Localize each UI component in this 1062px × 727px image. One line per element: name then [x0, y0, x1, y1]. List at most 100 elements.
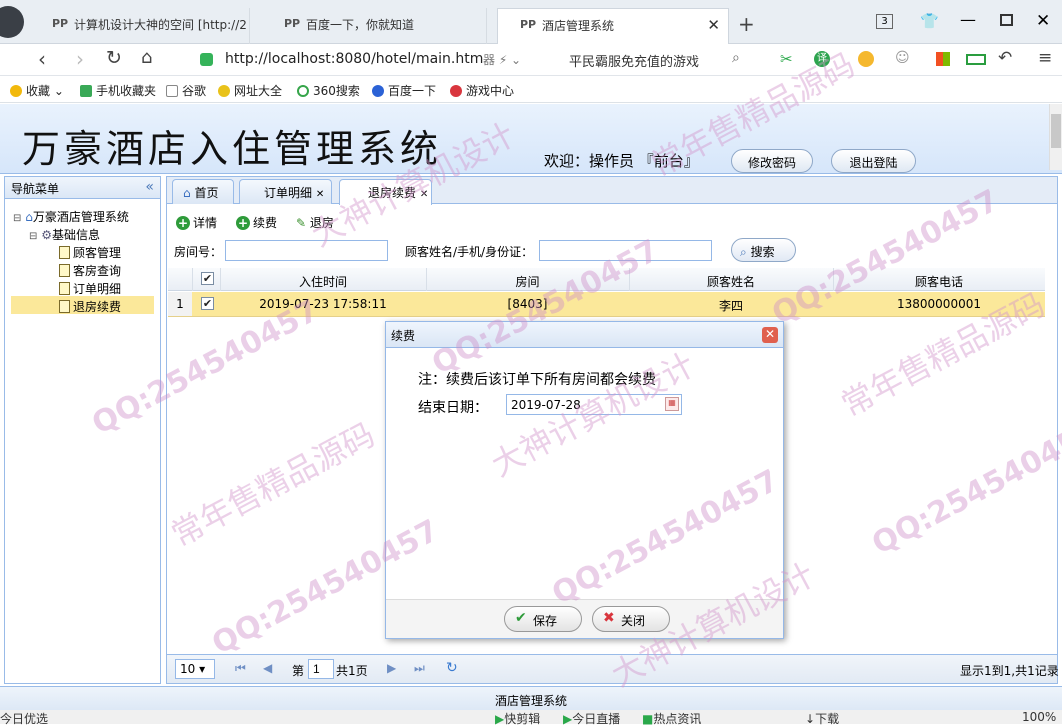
status-news[interactable]: ■热点资讯	[642, 710, 701, 727]
undo-icon[interactable]: ↶	[998, 48, 1012, 68]
guest-input[interactable]	[539, 240, 712, 261]
tab-orders[interactable]: 订单明细 ✕	[239, 179, 332, 204]
checkout-button[interactable]: ✎ 退房	[296, 214, 334, 231]
status-live[interactable]: ▶今日直播	[563, 710, 620, 727]
detail-button[interactable]: + 详情	[176, 214, 217, 231]
tab-close-icon[interactable]: ✕	[707, 16, 720, 34]
dialog-header: 续费 ✕	[386, 322, 783, 348]
tab-count-badge[interactable]: 3	[876, 14, 893, 29]
browser-status-bar: 今日优选 ▶快剪辑 ▶今日直播 ■热点资讯 ↓下载 100%	[0, 710, 1062, 727]
battery-icon[interactable]	[966, 54, 986, 65]
status-download[interactable]: ↓下载	[805, 710, 839, 727]
first-page-icon[interactable]: ⏮	[235, 661, 246, 676]
sidebar-item-room[interactable]: 客房查询	[59, 262, 121, 279]
page-size-select[interactable]: 10 ▾	[175, 659, 215, 679]
renew-button[interactable]: + 续费	[236, 214, 277, 231]
table-row[interactable]: 1 ✔ 2019-07-23 17:58:11 [8403] 李四 138000…	[168, 292, 1045, 317]
bookmark-sites[interactable]: 网址大全	[218, 82, 282, 99]
star-icon	[10, 85, 22, 97]
forward-icon[interactable]: ›	[76, 47, 84, 71]
search-hint[interactable]: 平民霸服免充值的游戏	[569, 51, 699, 70]
browser-tab-bar: PP 计算机设计大神的空间 [http://2 PP 百度一下，你就知道 PP 酒店管…	[0, 0, 1062, 44]
app-footer: 酒店管理系统	[0, 686, 1062, 710]
search-icon: ⌕	[740, 245, 747, 259]
bookmark-google[interactable]: 谷歌	[166, 82, 206, 99]
apps-icon[interactable]	[936, 52, 950, 66]
sidebar-item-guest[interactable]: 顾客管理	[59, 244, 121, 261]
home-icon[interactable]: ⌂	[141, 47, 152, 68]
address-bar[interactable]: http://localhost:8080/hotel/main.htm	[195, 48, 555, 70]
status-zoom[interactable]: 100%	[1022, 710, 1056, 724]
x-icon: ✖	[603, 610, 615, 626]
new-tab-icon[interactable]: +	[738, 12, 755, 36]
column-room[interactable]: 房间	[426, 273, 629, 290]
bookmark-games[interactable]: 游戏中心	[450, 82, 514, 99]
prev-page-icon[interactable]: ◀	[263, 661, 272, 675]
status-clip[interactable]: ▶快剪辑	[495, 710, 540, 727]
sidebar-item-checkout[interactable]: 退房续费	[11, 296, 154, 314]
close-button[interactable]: ✖ 关闭	[592, 606, 670, 632]
grid-header: ✔ 入住时间 房间 顾客姓名 顾客电话	[168, 268, 1045, 291]
menu-icon[interactable]: ≡	[1038, 48, 1052, 68]
tree-group[interactable]: ⊟ ⚙基础信息	[29, 226, 100, 243]
page-prefix: 第	[292, 664, 305, 678]
tree-root[interactable]: ⊟ ⌂万豪酒店管理系统	[13, 208, 129, 225]
browser-tab-3-active[interactable]: PP 酒店管理系统 ✕	[497, 8, 729, 44]
column-guest-name[interactable]: 顾客姓名	[629, 273, 833, 290]
bookmark-360[interactable]: 360搜索	[297, 82, 360, 99]
browser-tab-1[interactable]: PP 计算机设计大神的空间 [http://2	[30, 8, 250, 44]
minimize-icon[interactable]: —	[960, 10, 976, 29]
room-input[interactable]	[225, 240, 388, 261]
bookmark-favorites[interactable]: 收藏 ⌄	[10, 82, 64, 99]
page-input[interactable]	[308, 659, 334, 679]
cell-guest-name: 李四	[718, 299, 743, 313]
change-password-button[interactable]: 修改密码	[731, 149, 813, 173]
status-picks[interactable]: 今日优选	[0, 710, 48, 727]
extension-icon[interactable]	[858, 51, 874, 67]
refresh-icon[interactable]: ↻	[446, 660, 458, 676]
column-checkin[interactable]: 入住时间	[220, 273, 426, 290]
tab-site-icon: PP	[52, 17, 69, 30]
scissors-icon[interactable]: ✂	[780, 50, 793, 68]
tab-checkout-renew[interactable]: 退房续费 ✕	[339, 179, 432, 205]
save-button[interactable]: ✔ 保存	[504, 606, 582, 632]
column-guest-phone[interactable]: 顾客电话	[833, 273, 1045, 290]
scrollbar-thumb[interactable]	[1051, 114, 1061, 148]
translate-icon[interactable]: 译	[814, 51, 830, 67]
tree-toggle-icon[interactable]: ⊟	[13, 213, 21, 224]
maximize-icon[interactable]	[1000, 14, 1013, 26]
page-scrollbar[interactable]	[1049, 104, 1062, 170]
next-page-icon[interactable]: ▶	[387, 661, 396, 675]
sidebar-header: 导航菜单 «	[5, 177, 160, 199]
search-icon[interactable]: ⌕	[732, 50, 740, 66]
collapse-icon[interactable]: «	[145, 179, 154, 195]
sidebar-item-orders[interactable]: 订单明细	[59, 280, 121, 297]
search-button[interactable]: ⌕ 搜索	[731, 238, 796, 262]
logout-button[interactable]: 退出登陆	[831, 149, 916, 173]
tab-close-icon[interactable]: ✕	[420, 189, 428, 200]
end-date-input[interactable]: 2019-07-28 ▦	[506, 394, 682, 415]
dialog-title: 续费	[391, 329, 416, 343]
page-total: 共1页	[336, 664, 368, 678]
tab-home[interactable]: ⌂ 首页	[172, 179, 234, 204]
reload-icon[interactable]: ↻	[106, 47, 122, 69]
emoji-icon[interactable]: ☺	[895, 50, 910, 66]
browser-tab-2[interactable]: PP 百度一下，你就知道	[262, 8, 487, 44]
sites-icon	[218, 85, 230, 97]
dialog-close-icon[interactable]: ✕	[762, 327, 778, 343]
calendar-icon[interactable]: ▦	[665, 397, 679, 411]
tab-site-icon: PP	[284, 17, 301, 30]
window-close-icon[interactable]: ✕	[1036, 11, 1050, 31]
bookmark-mobile[interactable]: 手机收藏夹	[80, 82, 156, 99]
row-checkbox[interactable]: ✔	[201, 297, 214, 310]
tree-toggle-icon[interactable]: ⊟	[29, 231, 37, 242]
last-page-icon[interactable]: ⏭	[414, 661, 425, 676]
welcome-text: 欢迎：操作员 『前台』	[544, 152, 699, 170]
back-icon[interactable]: ‹	[38, 47, 46, 71]
tab-close-icon[interactable]: ✕	[316, 189, 324, 200]
dialog-footer: ✔ 保存 ✖ 关闭	[386, 599, 783, 638]
bookmark-baidu[interactable]: 百度一下	[372, 82, 436, 99]
select-all-checkbox[interactable]: ✔	[201, 272, 214, 285]
shirt-icon[interactable]: 👕	[920, 12, 939, 30]
tab-label: 计算机设计大神的空间 [http://2	[74, 18, 247, 32]
